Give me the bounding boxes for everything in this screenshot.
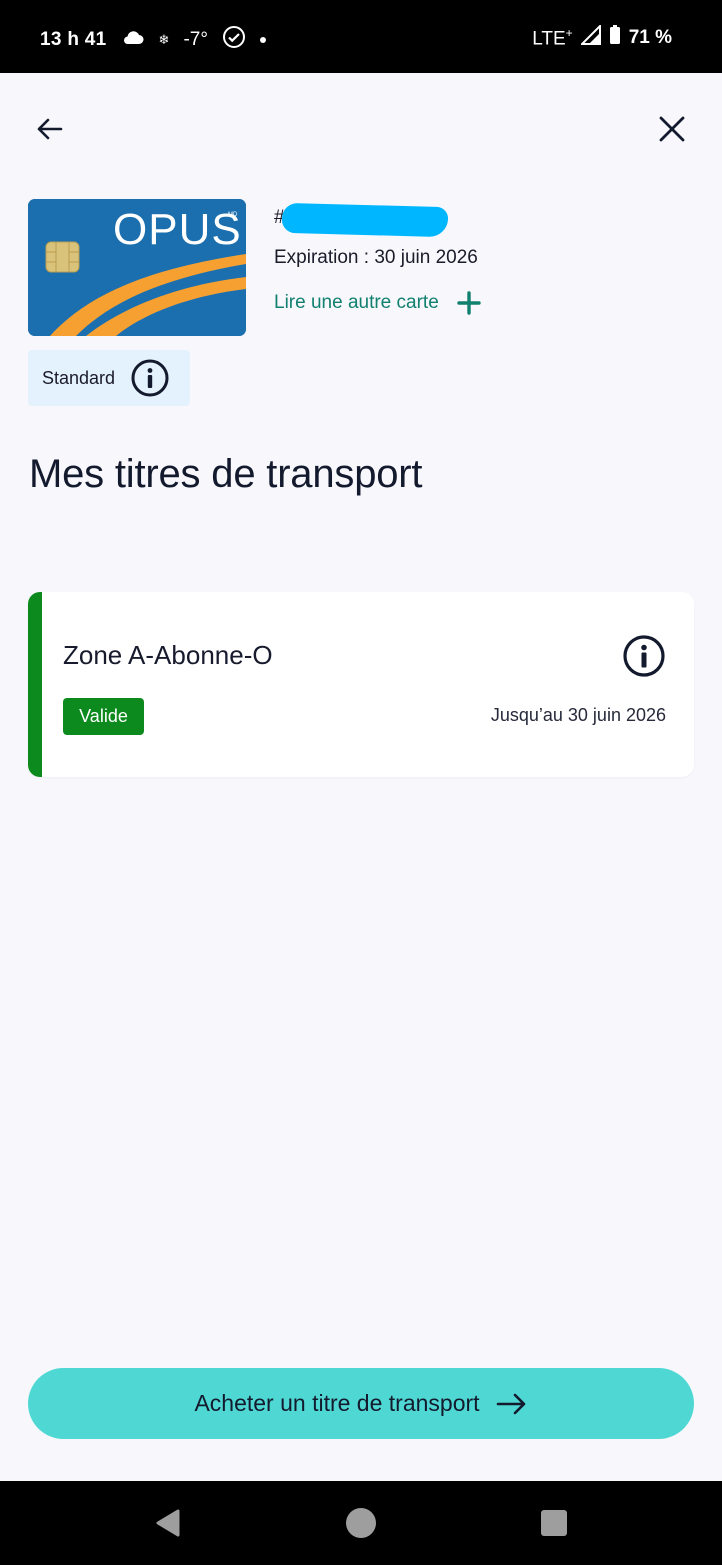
snowflake-icon: ❄ xyxy=(158,32,170,47)
opus-logo: OPUS xyxy=(113,205,242,254)
status-bar-left: 13 h 41 ❄ -7° xyxy=(40,25,266,55)
nav-home-button[interactable] xyxy=(341,1503,381,1543)
nav-back-button[interactable] xyxy=(147,1503,187,1543)
status-temperature: -7° xyxy=(183,29,208,50)
opus-card-image: OPUS MD xyxy=(28,199,246,336)
card-expiration: Expiration : 30 juin 2026 xyxy=(274,247,478,268)
pass-name: Zone A-Abonne-O xyxy=(63,640,273,670)
close-icon xyxy=(659,116,685,142)
read-other-card-link[interactable]: Lire une autre carte xyxy=(274,291,481,315)
status-bar: 13 h 41 ❄ -7° LTE+ 71 % xyxy=(0,0,722,73)
status-time: 13 h 41 xyxy=(40,29,107,50)
check-circle-icon xyxy=(222,25,246,55)
pass-info-button[interactable] xyxy=(622,634,666,683)
triangle-back-icon xyxy=(156,1509,180,1537)
battery-level: 71 % xyxy=(628,27,672,48)
square-recents-icon xyxy=(541,1510,567,1536)
info-icon xyxy=(623,635,665,677)
pass-status-accent xyxy=(28,592,42,777)
arrow-left-icon xyxy=(37,118,63,140)
circle-home-icon xyxy=(346,1508,376,1538)
network-sup: + xyxy=(565,25,573,40)
buy-ticket-label: Acheter un titre de transport xyxy=(194,1390,480,1416)
card-info: # Expiration : 30 juin 2026 Lire une aut… xyxy=(274,202,481,315)
fare-type-badge[interactable]: Standard xyxy=(28,350,190,406)
pass-card[interactable]: Zone A-Abonne-O Valide Jusqu’au 30 juin … xyxy=(28,592,694,777)
card-number: # xyxy=(274,202,454,238)
section-title: Mes titres de transport xyxy=(29,452,423,496)
network-label: LTE xyxy=(532,28,566,50)
notification-dot-icon xyxy=(259,37,266,43)
signal-icon xyxy=(579,23,601,51)
status-bar-right: LTE+ 71 % xyxy=(532,23,672,51)
back-button[interactable] xyxy=(25,105,73,153)
nav-recents-button[interactable] xyxy=(534,1503,574,1543)
arrow-right-icon xyxy=(496,1393,525,1414)
fare-type-label: Standard xyxy=(42,367,116,388)
network-type: LTE+ xyxy=(532,26,572,50)
pass-valid-until: Jusqu’au 30 juin 2026 xyxy=(490,705,666,725)
battery-icon xyxy=(609,25,621,51)
info-icon xyxy=(131,359,169,397)
cloud-icon xyxy=(121,29,145,51)
plus-icon xyxy=(457,291,481,315)
read-other-card-label: Lire une autre carte xyxy=(274,292,439,313)
buy-ticket-button[interactable]: Acheter un titre de transport xyxy=(28,1368,694,1439)
opus-logo-mark: MD xyxy=(228,212,238,218)
redaction-mark xyxy=(281,202,449,238)
close-button[interactable] xyxy=(648,105,696,153)
status-badge: Valide xyxy=(63,698,144,735)
system-navigation-bar xyxy=(0,1481,722,1565)
